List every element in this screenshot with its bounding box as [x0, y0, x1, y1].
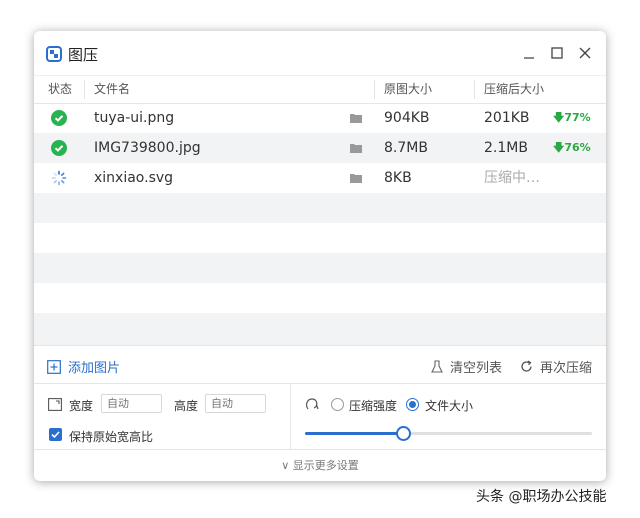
compression-ratio: 🡇76%: [553, 141, 591, 154]
mode-size-radio[interactable]: [406, 398, 419, 411]
minimize-button[interactable]: [518, 43, 540, 63]
clear-list-label: 清空列表: [450, 361, 503, 376]
arrow-down-icon: 🡇: [553, 141, 565, 154]
folder-icon[interactable]: [350, 143, 362, 153]
column-filename[interactable]: 文件名: [94, 76, 130, 103]
width-label: 宽度: [69, 399, 94, 413]
title-bar: 图压: [34, 31, 606, 75]
recompress-label: 再次压缩: [540, 361, 593, 376]
settings-divider: [290, 384, 291, 450]
file-name: IMG739800.jpg: [94, 140, 201, 156]
height-label: 高度: [174, 399, 199, 413]
keep-ratio-label: 保持原始宽高比: [69, 430, 154, 444]
slider-thumb[interactable]: [396, 426, 411, 441]
refresh-icon: [521, 360, 532, 372]
mode-strength-label: 压缩强度: [349, 399, 398, 413]
column-divider: [374, 80, 375, 99]
column-compressed-size[interactable]: 压缩后大小: [484, 76, 544, 103]
add-icon: [47, 359, 61, 374]
chevron-down-icon: ∨: [281, 459, 290, 472]
radio-selected-dot: [409, 401, 416, 408]
show-more-settings-button[interactable]: ∨ 显示更多设置: [34, 449, 606, 481]
success-check-icon: [51, 140, 67, 156]
watermark-text: 头条 @职场办公技能: [476, 489, 607, 505]
action-bar: 添加图片 清空列表 再次压缩: [34, 345, 606, 384]
empty-row: [34, 253, 606, 283]
app-logo-icon: [46, 46, 62, 62]
settings-panel: 宽度 高度 保持原始宽高比 压缩强度 文件大小: [34, 383, 606, 450]
checkmark-icon: [51, 431, 60, 439]
add-images-label: 添加图片: [68, 361, 121, 376]
maximize-icon: [551, 47, 563, 59]
table-row[interactable]: tuya-ui.png 904KB 201KB 🡇77%: [34, 103, 606, 133]
empty-row: [34, 313, 606, 345]
slider-fill: [305, 432, 403, 435]
close-button[interactable]: [574, 43, 596, 63]
empty-row: [34, 193, 606, 223]
original-size: 8.7MB: [384, 140, 428, 156]
width-input[interactable]: [101, 394, 162, 413]
mode-strength-radio[interactable]: [331, 398, 344, 411]
add-images-button[interactable]: 添加图片: [47, 357, 120, 376]
file-name: xinxiao.svg: [94, 170, 174, 186]
compressed-size: 压缩中…: [484, 170, 540, 186]
arrow-down-icon: 🡇: [553, 111, 565, 124]
compression-slider[interactable]: [305, 426, 592, 441]
success-check-icon: [51, 110, 67, 126]
keep-ratio-checkbox[interactable]: [49, 428, 62, 441]
table-header: 状态 文件名 原图大小 压缩后大小: [34, 75, 606, 104]
empty-row: [34, 283, 606, 313]
app-window: 图压 状态 文件名 原图大小 压缩后大小 tuya-ui.png 904KB 2…: [34, 31, 606, 481]
folder-icon[interactable]: [350, 113, 362, 123]
compression-ratio: 🡇77%: [553, 111, 591, 124]
window-title: 图压: [68, 46, 99, 64]
file-list: tuya-ui.png 904KB 201KB 🡇77% IMG739800.j…: [34, 103, 606, 345]
mode-size-label: 文件大小: [425, 399, 474, 413]
column-status[interactable]: 状态: [48, 76, 72, 103]
original-size: 8KB: [384, 170, 412, 186]
empty-row: [34, 223, 606, 253]
maximize-button[interactable]: [546, 43, 568, 63]
table-row[interactable]: xinxiao.svg 8KB 压缩中…: [34, 163, 606, 193]
file-name: tuya-ui.png: [94, 110, 175, 126]
clear-icon: [431, 359, 443, 373]
compressed-size: 2.1MB: [484, 140, 528, 156]
original-size: 904KB: [384, 110, 430, 126]
show-more-settings-label: 显示更多设置: [292, 459, 359, 472]
loading-spinner-icon: [51, 170, 67, 186]
resize-icon: [48, 398, 62, 411]
height-input[interactable]: [205, 394, 266, 413]
minimize-icon: [524, 57, 534, 59]
compressed-size: 201KB: [484, 110, 530, 126]
table-row[interactable]: IMG739800.jpg 8.7MB 2.1MB 🡇76%: [34, 133, 606, 163]
recompress-button[interactable]: 再次压缩: [520, 357, 592, 376]
column-divider: [474, 80, 475, 99]
close-icon: [579, 47, 591, 59]
column-divider: [84, 80, 85, 99]
compress-mode-icon: [306, 398, 319, 410]
clear-list-button[interactable]: 清空列表: [431, 357, 502, 376]
folder-icon[interactable]: [350, 173, 362, 183]
column-original-size[interactable]: 原图大小: [384, 76, 432, 103]
